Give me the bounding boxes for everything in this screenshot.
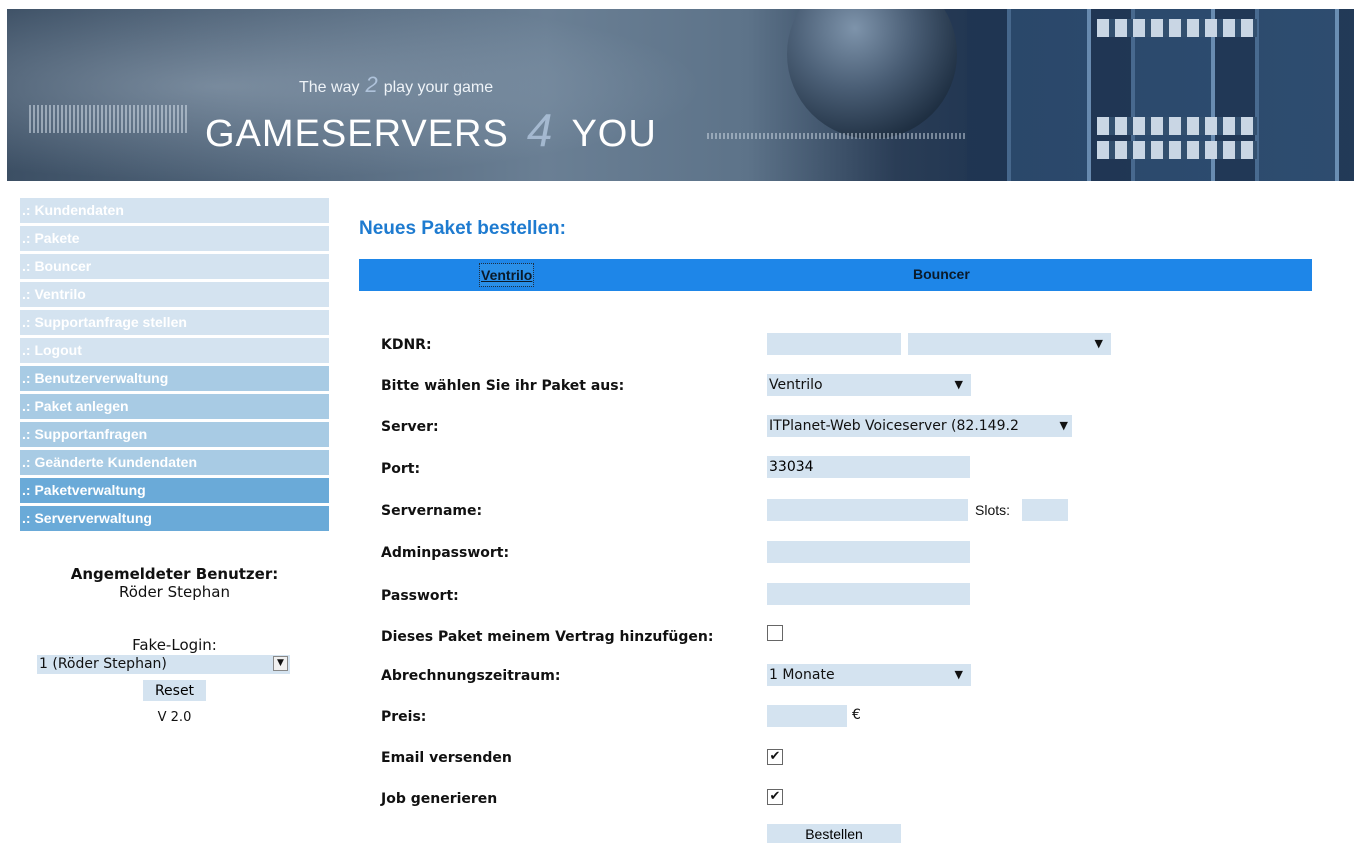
chevron-down-icon[interactable]: ▼ bbox=[273, 656, 288, 671]
version-label: V 2.0 bbox=[157, 710, 192, 725]
server-select[interactable]: ITPlanet-Web Voiceserver (82.149.2 ▼ bbox=[767, 415, 1072, 437]
tab-bouncer[interactable]: Bouncer bbox=[913, 259, 970, 291]
chevron-down-icon[interactable]: ▼ bbox=[955, 374, 963, 396]
email-label: Email versenden bbox=[381, 750, 512, 766]
slots-label: Slots: bbox=[975, 502, 1011, 518]
job-checkbox[interactable]: ✔ bbox=[767, 789, 783, 805]
sidebar-item-paket-anlegen[interactable]: .: Paket anlegen bbox=[20, 394, 329, 419]
site-logo: GAMESERVERS 4 YOU bbox=[205, 103, 657, 157]
sidebar-item-logout[interactable]: .: Logout bbox=[20, 338, 329, 363]
reset-button[interactable]: Reset bbox=[143, 680, 206, 701]
logo-right: YOU bbox=[571, 113, 657, 155]
sidebar-item-kundendaten[interactable]: .: Kundendaten bbox=[20, 198, 329, 223]
header-tagline: The way 2 play your game bbox=[299, 72, 493, 98]
sidebar-item-geaenderte-kundendaten[interactable]: .: Geänderte Kundendaten bbox=[20, 450, 329, 475]
servername-input[interactable] bbox=[767, 499, 968, 521]
job-label: Job generieren bbox=[381, 791, 498, 807]
tagline-pre: The way bbox=[299, 79, 360, 96]
fake-login-label: Fake-Login: bbox=[132, 636, 217, 654]
port-label: Port: bbox=[381, 461, 421, 477]
logged-in-label: Angemeldeter Benutzer: bbox=[70, 565, 279, 583]
bestellen-button[interactable]: Bestellen bbox=[767, 824, 901, 843]
kdnr-label: KDNR: bbox=[381, 337, 432, 353]
paket-select-value: Ventrilo bbox=[769, 377, 823, 393]
chevron-down-icon[interactable]: ▼ bbox=[1056, 415, 1068, 437]
fake-login-select[interactable]: 1 (Röder Stephan) ▼ bbox=[37, 655, 290, 674]
sidebar-item-supportanfrage-stellen[interactable]: .: Supportanfrage stellen bbox=[20, 310, 329, 335]
banner-dots bbox=[707, 133, 967, 139]
paket-label: Bitte wählen Sie ihr Paket aus: bbox=[381, 378, 625, 394]
abrechnung-label: Abrechnungszeitraum: bbox=[381, 668, 561, 684]
abrechnung-select-value: 1 Monate bbox=[769, 667, 835, 683]
header-banner: The way 2 play your game GAMESERVERS 4 YOU bbox=[7, 9, 1354, 181]
logo-left: GAMESERVERS bbox=[205, 113, 509, 155]
vertrag-checkbox[interactable] bbox=[767, 625, 783, 641]
tagline-post: play your game bbox=[383, 79, 494, 96]
tab-ventrilo[interactable]: Ventrilo bbox=[478, 263, 535, 287]
server-rack-detail bbox=[1097, 19, 1257, 37]
planet-graphic bbox=[787, 9, 957, 139]
server-rack-detail bbox=[1097, 141, 1257, 159]
sidebar-item-ventrilo[interactable]: .: Ventrilo bbox=[20, 282, 329, 307]
logged-in-user-name: Röder Stephan bbox=[119, 583, 230, 601]
preis-input[interactable] bbox=[767, 705, 847, 727]
sidebar-nav: .: Kundendaten .: Pakete .: Bouncer .: V… bbox=[20, 198, 329, 534]
sidebar-item-bouncer[interactable]: .: Bouncer bbox=[20, 254, 329, 279]
slots-input[interactable] bbox=[1022, 499, 1068, 521]
chevron-down-icon[interactable]: ▼ bbox=[955, 664, 963, 686]
adminpasswort-label: Adminpasswort: bbox=[381, 545, 510, 561]
banner-dots bbox=[29, 105, 189, 133]
logo-mid: 4 bbox=[526, 104, 554, 156]
currency-label: € bbox=[852, 707, 861, 723]
kdnr-select[interactable]: ▼ bbox=[908, 333, 1111, 355]
server-label: Server: bbox=[381, 419, 439, 435]
sidebar-item-serververwaltung[interactable]: .: Serververwaltung bbox=[20, 506, 329, 531]
page-title: Neues Paket bestellen: bbox=[359, 218, 566, 239]
email-checkbox[interactable]: ✔ bbox=[767, 749, 783, 765]
sidebar-item-supportanfragen[interactable]: .: Supportanfragen bbox=[20, 422, 329, 447]
sidebar-item-paketverwaltung[interactable]: .: Paketverwaltung bbox=[20, 478, 329, 503]
tagline-mid: 2 bbox=[365, 72, 378, 97]
abrechnung-select[interactable]: 1 Monate ▼ bbox=[767, 664, 971, 686]
kdnr-input[interactable] bbox=[767, 333, 901, 355]
server-select-value: ITPlanet-Web Voiceserver (82.149.2 bbox=[769, 418, 1019, 434]
vertrag-label: Dieses Paket meinem Vertrag hinzufügen: bbox=[381, 629, 714, 645]
servername-label: Servername: bbox=[381, 503, 483, 519]
adminpasswort-input[interactable] bbox=[767, 541, 970, 563]
sidebar-item-benutzerverwaltung[interactable]: .: Benutzerverwaltung bbox=[20, 366, 329, 391]
chevron-down-icon[interactable]: ▼ bbox=[1095, 333, 1103, 355]
passwort-label: Passwort: bbox=[381, 588, 459, 604]
port-input[interactable] bbox=[767, 456, 970, 478]
fake-login-value: 1 (Röder Stephan) bbox=[39, 656, 167, 672]
paket-select[interactable]: Ventrilo ▼ bbox=[767, 374, 971, 396]
passwort-input[interactable] bbox=[767, 583, 970, 605]
package-tab-bar: Ventrilo Bouncer bbox=[359, 259, 1312, 291]
logged-in-user-box: Angemeldeter Benutzer: Röder Stephan bbox=[20, 565, 329, 601]
sidebar-item-pakete[interactable]: .: Pakete bbox=[20, 226, 329, 251]
preis-label: Preis: bbox=[381, 709, 427, 725]
server-rack-detail bbox=[1097, 117, 1257, 135]
